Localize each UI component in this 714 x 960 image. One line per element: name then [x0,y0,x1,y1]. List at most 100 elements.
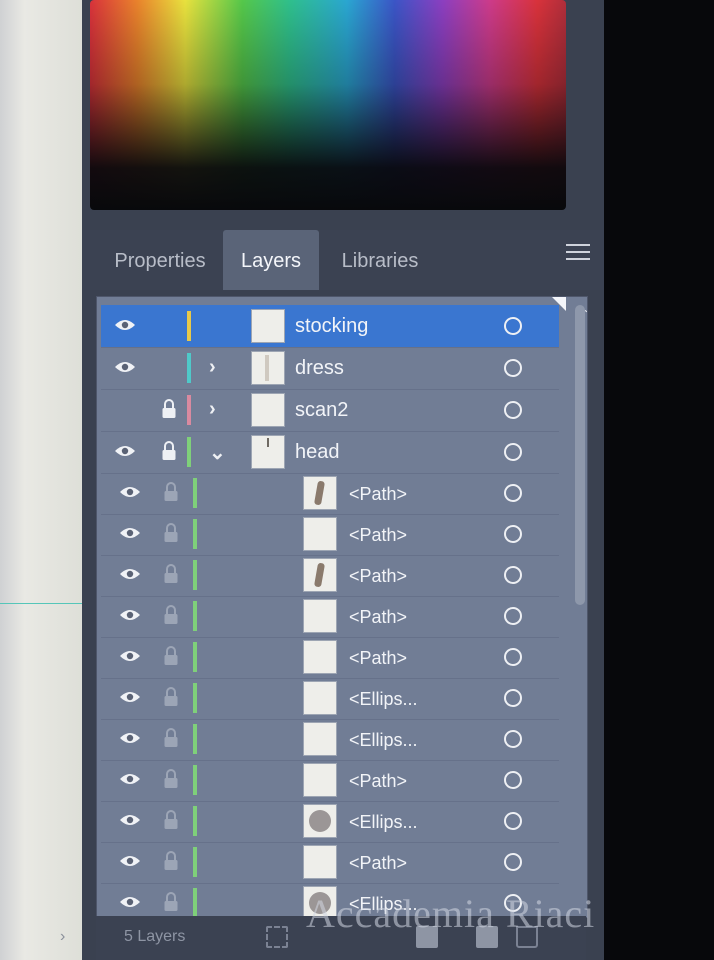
layer-thumbnail [251,351,285,385]
layer-name: head [295,441,340,463]
sublayer-name: <Path> [349,853,408,873]
layer-thumbnail [303,558,337,592]
layer-color-bar [193,560,197,590]
sublayer-row[interactable]: <Path> [101,636,559,679]
layers-list: stocking › dress › scan2 ⌄ head <Path> <Path> <Pa… [96,296,588,918]
lock-icon[interactable] [163,809,179,831]
sublayer-row[interactable]: <Path> [101,595,559,638]
tab-properties[interactable]: Properties [94,230,226,290]
sublayer-name: <Ellips... [349,730,418,750]
layer-name: dress [295,357,344,379]
eye-icon[interactable] [114,444,136,458]
eye-icon[interactable] [119,649,141,663]
lock-icon[interactable] [163,522,179,544]
layer-color-bar [193,806,197,836]
target-circle-icon[interactable] [504,730,522,748]
layer-row[interactable]: stocking [101,305,559,348]
watermark: Accademia Riaci [306,891,596,936]
sublayer-row[interactable]: <Path> [101,554,559,597]
sublayer-name: <Path> [349,648,408,668]
lock-icon[interactable] [163,686,179,708]
color-spectrum-picker[interactable] [90,0,566,210]
eye-icon[interactable] [119,526,141,540]
sublayer-row[interactable]: <Path> [101,472,559,515]
stroke-shape [313,562,326,588]
artboard-canvas[interactable]: › [0,0,82,960]
layer-color-bar [187,395,191,425]
eye-icon[interactable] [119,567,141,581]
layer-color-bar [193,724,197,754]
layer-color-bar [193,765,197,795]
sublayer-name: <Ellips... [349,812,418,832]
eye-icon[interactable] [114,318,136,332]
sublayer-row[interactable]: <Ellips... [101,718,559,761]
lock-icon[interactable] [163,481,179,503]
lock-icon[interactable] [161,398,177,420]
eye-icon[interactable] [119,772,141,786]
target-circle-icon[interactable] [504,853,522,871]
layer-color-bar [193,683,197,713]
eye-icon[interactable] [119,485,141,499]
sublayer-name: <Path> [349,566,408,586]
lock-icon[interactable] [163,645,179,667]
target-circle-icon[interactable] [504,359,522,377]
layer-color-bar [187,437,191,467]
hamburger-icon[interactable] [566,244,590,265]
selection-corner-mark [552,297,566,311]
eye-icon[interactable] [119,690,141,704]
lock-icon[interactable] [163,891,179,913]
target-circle-icon[interactable] [504,484,522,502]
eye-icon[interactable] [119,813,141,827]
target-circle-icon[interactable] [504,566,522,584]
lock-icon[interactable] [163,563,179,585]
target-circle-icon[interactable] [504,607,522,625]
layer-color-bar [193,847,197,877]
target-circle-icon[interactable] [504,401,522,419]
tab-libraries[interactable]: Libraries [326,230,434,290]
layer-thumbnail [303,804,337,838]
sublayer-row[interactable]: <Path> [101,841,559,884]
target-circle-icon[interactable] [504,689,522,707]
layer-row[interactable]: ⌄ head [101,431,559,474]
sublayer-name: <Ellips... [349,689,418,709]
layer-thumbnail [303,476,337,510]
sublayer-name: <Path> [349,607,408,627]
chevron-icon[interactable]: › [209,398,216,421]
sublayer-row[interactable]: <Path> [101,759,559,802]
eye-icon[interactable] [119,895,141,909]
sublayer-name: <Path> [349,771,408,791]
layer-thumbnail [303,681,337,715]
eye-icon[interactable] [119,854,141,868]
target-circle-icon[interactable] [504,443,522,461]
target-circle-icon[interactable] [504,525,522,543]
background-dark [604,0,714,960]
lock-icon[interactable] [163,727,179,749]
sublayer-name: <Path> [349,525,408,545]
sublayer-name: <Path> [349,484,408,504]
layer-thumbnail [303,640,337,674]
eye-icon[interactable] [119,731,141,745]
layer-row[interactable]: › dress [101,347,559,390]
scrollbar[interactable] [575,305,585,605]
chevron-icon[interactable]: ⌄ [209,440,226,465]
layer-thumbnail [303,599,337,633]
tab-layers[interactable]: Layers [223,230,319,290]
sublayer-row[interactable]: <Path> [101,513,559,556]
chevron-icon[interactable]: › [209,356,216,379]
export-icon[interactable] [266,926,288,948]
lock-icon[interactable] [161,440,177,462]
sublayer-row[interactable]: <Ellips... [101,677,559,720]
eye-icon[interactable] [119,608,141,622]
layer-row[interactable]: › scan2 [101,389,559,432]
target-circle-icon[interactable] [504,812,522,830]
target-circle-icon[interactable] [504,648,522,666]
eye-icon[interactable] [114,360,136,374]
layer-color-bar [193,478,197,508]
target-circle-icon[interactable] [504,317,522,335]
sublayer-row[interactable]: <Ellips... [101,800,559,843]
lock-icon[interactable] [163,768,179,790]
target-circle-icon[interactable] [504,771,522,789]
lock-icon[interactable] [163,850,179,872]
chevron-right-icon[interactable]: › [60,928,65,946]
lock-icon[interactable] [163,604,179,626]
